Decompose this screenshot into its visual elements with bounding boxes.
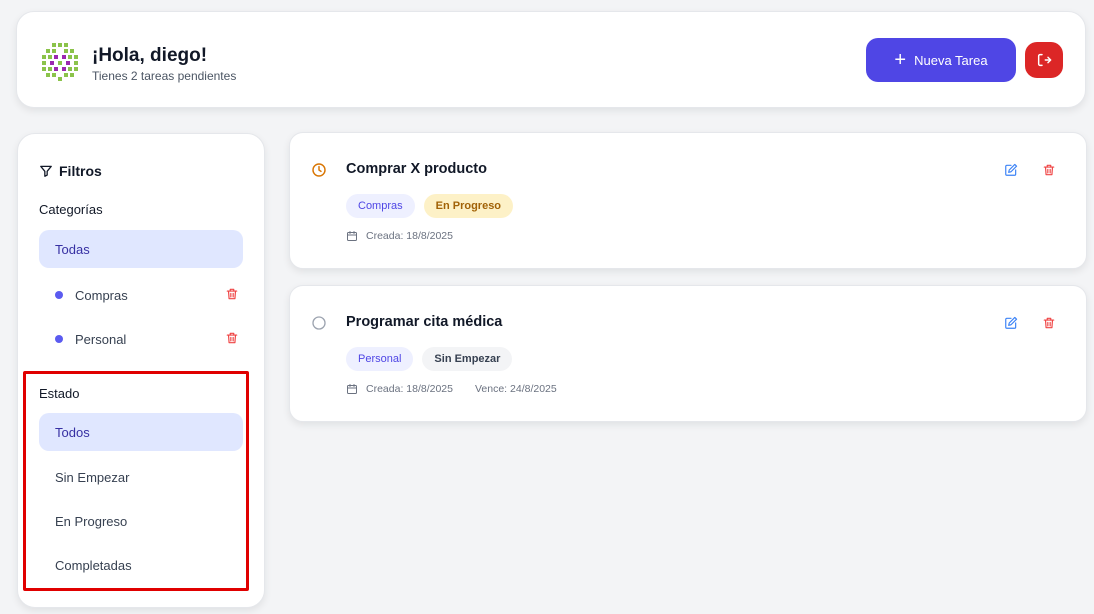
category-item-compras[interactable]: Compras — [39, 280, 243, 310]
logout-icon — [1037, 53, 1052, 67]
empty-circle-icon[interactable] — [311, 315, 327, 336]
state-label: Todos — [55, 424, 90, 440]
calendar-icon — [347, 384, 357, 394]
new-task-label: Nueva Tarea — [914, 52, 988, 68]
trash-icon[interactable] — [1042, 316, 1056, 335]
new-task-button[interactable]: + Nueva Tarea — [866, 38, 1016, 82]
due-date: Vence: 24/8/2025 — [474, 383, 557, 395]
categories-heading: Categorías — [39, 202, 103, 217]
edit-icon[interactable] — [1004, 163, 1018, 182]
plus-icon: + — [894, 49, 907, 71]
status-badge: En Progreso — [423, 194, 514, 218]
filter-icon — [40, 165, 52, 177]
state-item-completadas[interactable]: Completadas — [39, 546, 243, 584]
filters-title-label: Filtros — [59, 163, 102, 179]
filters-sidebar: Filtros Categorías Todas Compras Persona… — [17, 133, 265, 608]
category-dot — [55, 335, 63, 343]
created-date: Creada: 18/8/2025 — [366, 230, 453, 242]
category-dot — [55, 291, 63, 299]
filters-title: Filtros — [39, 163, 102, 179]
category-label: Compras — [75, 287, 128, 303]
category-label: Todas — [55, 241, 90, 257]
cluster-avatar-icon — [38, 41, 82, 83]
task-title: Programar cita médica — [346, 314, 503, 330]
header-card: ¡Hola, diego! Tienes 2 tareas pendientes… — [16, 11, 1086, 108]
state-item-todos[interactable]: Todos — [39, 413, 243, 451]
category-badge: Compras — [346, 194, 415, 218]
task-card: Comprar X producto Compras En Progreso C… — [289, 132, 1087, 269]
task-tags: Compras En Progreso — [346, 194, 514, 218]
state-label: Completadas — [55, 557, 132, 573]
category-item-personal[interactable]: Personal — [39, 324, 243, 354]
greeting-title: ¡Hola, diego! — [92, 45, 208, 66]
task-tags: Personal Sin Empezar — [346, 347, 513, 371]
task-card: Programar cita médica Personal Sin Empez… — [289, 285, 1087, 422]
calendar-icon — [347, 231, 357, 241]
trash-icon[interactable] — [1042, 163, 1056, 182]
task-title: Comprar X producto — [346, 161, 487, 177]
edit-icon[interactable] — [1004, 316, 1018, 335]
clock-icon[interactable] — [311, 162, 327, 183]
state-item-sin-empezar[interactable]: Sin Empezar — [39, 458, 243, 496]
state-heading: Estado — [39, 386, 80, 401]
state-item-en-progreso[interactable]: En Progreso — [39, 502, 243, 540]
task-meta: Creada: 18/8/2025 Vence: 24/8/2025 — [346, 383, 557, 395]
state-label: Sin Empezar — [55, 469, 130, 485]
status-badge: Sin Empezar — [422, 347, 513, 371]
trash-icon[interactable] — [225, 331, 239, 348]
category-badge: Personal — [346, 347, 414, 371]
category-label: Personal — [75, 331, 127, 347]
task-meta: Creada: 18/8/2025 — [346, 230, 453, 242]
created-date: Creada: 18/8/2025 — [366, 383, 453, 395]
trash-icon[interactable] — [225, 287, 239, 304]
category-item-todas[interactable]: Todas — [39, 230, 243, 268]
logout-button[interactable] — [1025, 42, 1063, 78]
pending-tasks-subtitle: Tienes 2 tareas pendientes — [92, 69, 237, 83]
state-label: En Progreso — [55, 513, 128, 529]
